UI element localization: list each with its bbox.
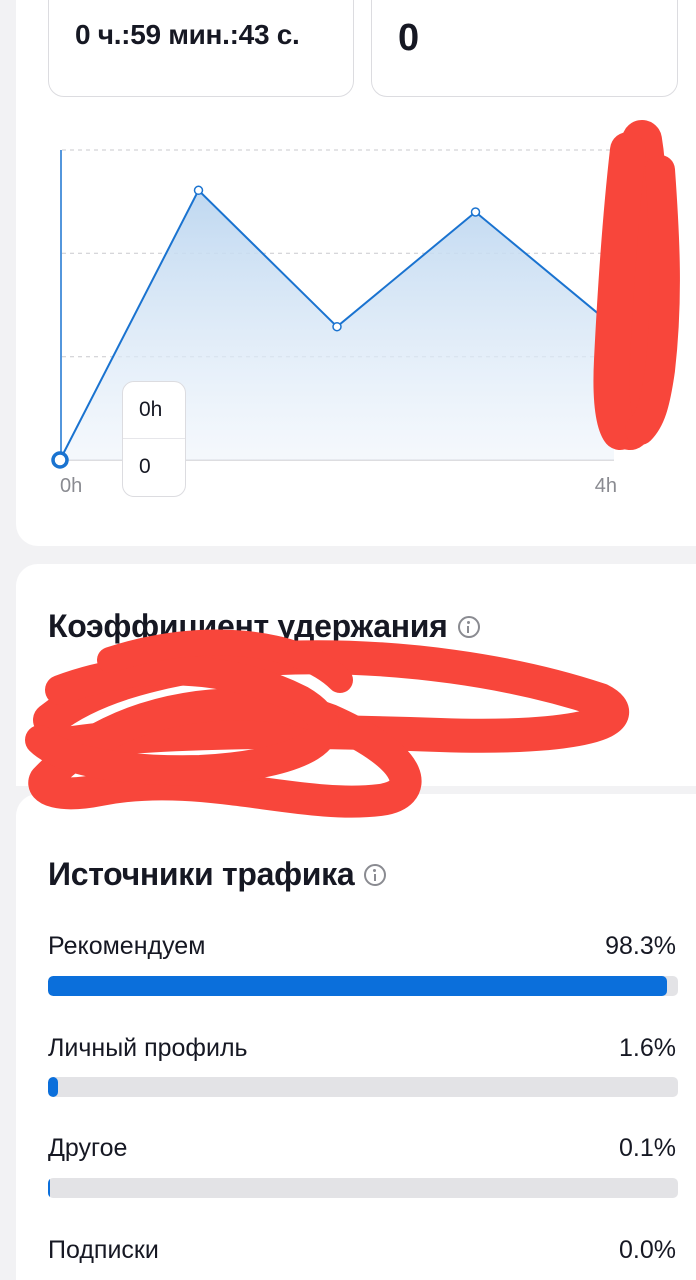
retention-panel — [16, 564, 696, 786]
source-percent: 0.1% — [619, 1134, 676, 1162]
source-bar-fill — [48, 1178, 50, 1198]
retention-partial-text: ы. — [392, 728, 412, 750]
info-icon[interactable] — [364, 863, 387, 886]
retention-title: Коэффициент удержания — [48, 608, 480, 645]
chart-x-tick-label: 0h — [60, 475, 82, 497]
source-bar-track — [48, 1077, 678, 1097]
source-percent: 0.0% — [619, 1236, 676, 1264]
chart-x-tick-label: 4h — [595, 475, 617, 497]
views-chart[interactable]: 0h 4h — [0, 0, 696, 520]
chart-data-point — [470, 207, 481, 217]
source-label: Рекомендуем — [48, 932, 206, 960]
chart-data-point — [332, 321, 342, 332]
tooltip-value: 0 — [139, 455, 151, 478]
chart-tooltip: 0h 0 — [122, 381, 186, 497]
chart-data-point — [193, 185, 204, 196]
source-label: Подписки — [48, 1236, 159, 1264]
source-label: Личный профиль — [48, 1034, 248, 1062]
source-bar-fill — [48, 976, 668, 996]
tooltip-time: 0h — [139, 398, 163, 421]
chart-selected-point — [51, 451, 69, 469]
info-icon[interactable] — [457, 615, 480, 638]
source-percent: 1.6% — [619, 1034, 676, 1062]
tooltip-divider — [123, 438, 185, 439]
traffic-sources-title: Источники трафика — [48, 856, 387, 893]
source-percent: 98.3% — [605, 932, 676, 960]
retention-title-text: Коэффициент удержания — [48, 608, 448, 644]
source-bar-fill — [48, 1077, 59, 1097]
source-bar-track — [48, 976, 678, 996]
source-bar-track — [48, 1178, 678, 1198]
source-label: Другое — [48, 1134, 128, 1162]
traffic-title-text: Источники трафика — [48, 856, 355, 892]
